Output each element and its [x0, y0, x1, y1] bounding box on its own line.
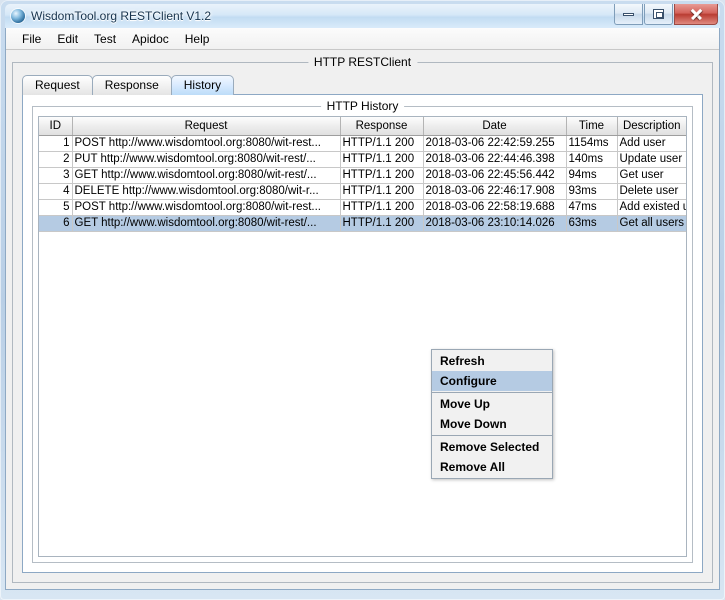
cell-request: PUT http://www.wisdomtool.org:8080/wit-r…: [72, 151, 341, 168]
cell-time: 94ms: [566, 167, 618, 184]
table-row-selected[interactable]: 6 GET http://www.wisdomtool.org:8080/wit…: [39, 215, 686, 232]
menu-item-apidoc[interactable]: Apidoc: [124, 30, 177, 48]
table-row[interactable]: 3 GET http://www.wisdomtool.org:8080/wit…: [39, 167, 686, 184]
cell-id: 6: [39, 215, 73, 232]
window-controls: [613, 4, 718, 25]
cell-id: 1: [39, 135, 73, 152]
context-menu-item-remove-selected[interactable]: Remove Selected: [432, 437, 552, 457]
cell-time: 47ms: [566, 199, 618, 216]
context-menu-item-move-up[interactable]: Move Up: [432, 394, 552, 414]
cell-time: 93ms: [566, 183, 618, 200]
cell-description: Update user: [617, 151, 686, 168]
cell-description: Get user: [617, 167, 686, 184]
client-area: File Edit Test Apidoc Help HTTP RESTClie…: [5, 28, 720, 590]
cell-date: 2018-03-06 22:45:56.442: [423, 167, 567, 184]
http-history-group: HTTP History ID Request Response Date Ti…: [32, 99, 693, 563]
column-header-description[interactable]: Description: [617, 117, 686, 136]
close-icon: [689, 7, 703, 21]
tab-response[interactable]: Response: [91, 75, 172, 95]
cell-request: GET http://www.wisdomtool.org:8080/wit-r…: [72, 167, 341, 184]
cell-id: 3: [39, 167, 73, 184]
menu-item-help[interactable]: Help: [177, 30, 218, 48]
context-menu-item-refresh[interactable]: Refresh: [432, 351, 552, 371]
http-history-title: HTTP History: [320, 99, 405, 113]
cell-date: 2018-03-06 23:10:14.026: [423, 215, 567, 232]
cell-time: 1154ms: [566, 135, 618, 152]
title-bar: WisdomTool.org RESTClient V1.2: [5, 4, 720, 28]
cell-response: HTTP/1.1 200: [340, 167, 424, 184]
menu-item-edit[interactable]: Edit: [49, 30, 86, 48]
cell-id: 2: [39, 151, 73, 168]
window-title: WisdomTool.org RESTClient V1.2: [31, 9, 212, 23]
context-menu-item-configure[interactable]: Configure: [432, 371, 552, 391]
cell-request: DELETE http://www.wisdomtool.org:8080/wi…: [72, 183, 341, 200]
column-header-time[interactable]: Time: [566, 117, 618, 136]
http-restclient-group: HTTP RESTClient Request Response History: [12, 55, 713, 583]
group-title: HTTP RESTClient: [307, 55, 418, 69]
cell-response: HTTP/1.1 200: [340, 135, 424, 152]
cell-response: HTTP/1.1 200: [340, 215, 424, 232]
history-table: ID Request Response Date Time Descriptio…: [39, 117, 686, 232]
cell-description: Add user: [617, 135, 686, 152]
application-window: WisdomTool.org RESTClient V1.2 File Edit…: [0, 0, 725, 600]
cell-date: 2018-03-06 22:46:17.908: [423, 183, 567, 200]
cell-description: Get all users: [617, 215, 686, 232]
table-row[interactable]: 1 POST http://www.wisdomtool.org:8080/wi…: [39, 135, 686, 152]
maximize-button[interactable]: [644, 4, 673, 25]
menu-item-test[interactable]: Test: [86, 30, 124, 48]
context-menu-item-move-down[interactable]: Move Down: [432, 414, 552, 434]
history-table-container[interactable]: ID Request Response Date Time Descriptio…: [38, 116, 687, 557]
column-header-date[interactable]: Date: [423, 117, 567, 136]
cell-date: 2018-03-06 22:58:19.688: [423, 199, 567, 216]
tab-content-history: HTTP History ID Request Response Date Ti…: [22, 94, 703, 573]
menu-bar: File Edit Test Apidoc Help: [6, 28, 719, 50]
cell-response: HTTP/1.1 200: [340, 199, 424, 216]
minimize-button[interactable]: [614, 4, 643, 25]
cell-time: 63ms: [566, 215, 618, 232]
context-menu-separator: [432, 392, 552, 393]
main-panel: HTTP RESTClient Request Response History: [6, 51, 719, 589]
minimize-icon: [623, 12, 634, 16]
cell-description: Add existed user: [617, 199, 686, 216]
cell-date: 2018-03-06 22:44:46.398: [423, 151, 567, 168]
tab-request[interactable]: Request: [22, 75, 93, 95]
column-header-id[interactable]: ID: [39, 117, 73, 136]
cell-request: GET http://www.wisdomtool.org:8080/wit-r…: [72, 215, 341, 232]
table-row[interactable]: 4 DELETE http://www.wisdomtool.org:8080/…: [39, 183, 686, 200]
menu-item-file[interactable]: File: [14, 30, 49, 48]
cell-response: HTTP/1.1 200: [340, 183, 424, 200]
cell-request: POST http://www.wisdomtool.org:8080/wit-…: [72, 199, 341, 216]
tab-history-label: History: [183, 78, 222, 92]
maximize-icon: [653, 9, 664, 19]
cell-time: 140ms: [566, 151, 618, 168]
column-header-request[interactable]: Request: [72, 117, 341, 136]
context-menu-separator: [432, 435, 552, 436]
cell-date: 2018-03-06 22:42:59.255: [423, 135, 567, 152]
history-context-menu: Refresh Configure Move Up Move Down Remo…: [431, 349, 553, 479]
cell-response: HTTP/1.1 200: [340, 151, 424, 168]
close-button[interactable]: [674, 4, 718, 25]
tab-request-label: Request: [35, 78, 80, 92]
app-circle-icon: [11, 9, 25, 23]
tab-history[interactable]: History: [170, 75, 235, 95]
cell-description: Delete user: [617, 183, 686, 200]
cell-id: 4: [39, 183, 73, 200]
column-header-response[interactable]: Response: [340, 117, 424, 136]
tab-response-label: Response: [104, 78, 159, 92]
tab-strip: Request Response History: [22, 74, 235, 95]
table-row[interactable]: 5 POST http://www.wisdomtool.org:8080/wi…: [39, 199, 686, 216]
table-header-row: ID Request Response Date Time Descriptio…: [39, 117, 686, 136]
table-row[interactable]: 2 PUT http://www.wisdomtool.org:8080/wit…: [39, 151, 686, 168]
context-menu-item-remove-all[interactable]: Remove All: [432, 457, 552, 477]
cell-request: POST http://www.wisdomtool.org:8080/wit-…: [72, 135, 341, 152]
cell-id: 5: [39, 199, 73, 216]
